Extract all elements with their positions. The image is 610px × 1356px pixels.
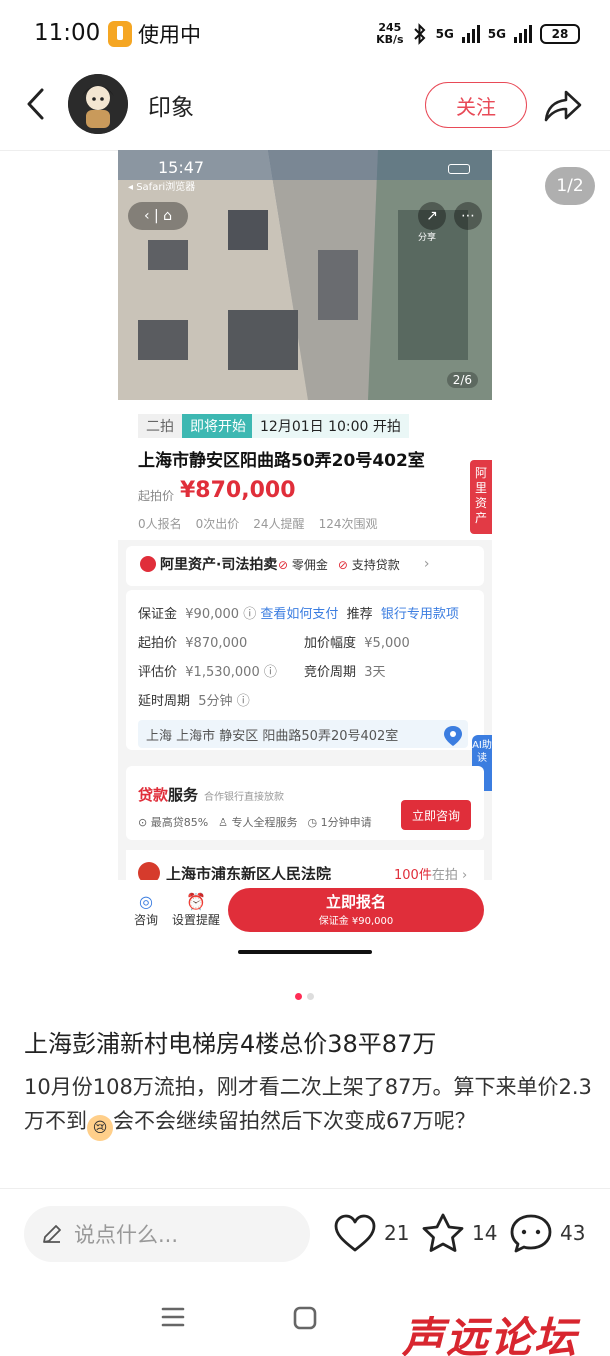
auction-stats: 0人报名 0次出价 24人提醒 124次围观 [138,517,378,531]
network-label-2: 5G [487,27,506,41]
consult-item: ◎ 咨询 [134,892,159,927]
remind-item: ⏰ 设置提醒 [172,892,221,927]
carousel-dot-active [295,993,302,1000]
photo-share-label: 分享 [418,233,437,243]
start-price-row: 起拍价 ¥870,000 [138,636,248,651]
delay-row: 延时周期 5分钟 ⓘ [138,694,250,709]
carousel-dot [307,993,314,1000]
image-counter: 1/2 [545,167,595,205]
author-avatar[interactable] [68,74,128,134]
ali-logo-icon [140,556,156,572]
start-price: ¥870,000 [180,478,296,503]
carousel-dots [295,993,314,1000]
brand-title: 阿里资产·司法拍卖 [140,554,277,574]
photo-index: 2/6 [446,372,478,388]
signal-icon-2 [514,25,532,43]
battery-icon: 28 [540,24,580,44]
status-icons: 245 KB/s 5G 5G 28 [376,22,580,46]
alarm-icon: ⏰ [186,892,206,911]
signal-icon [461,25,480,43]
status-tag: 即将开始 [182,414,254,438]
photo-back-home-icon: ‹ | ⌂ [128,202,188,230]
brand-features: ⊘ 零佣金 ⊘ 支持贷款 › [278,556,430,572]
appraisal-row: 评估价 ¥1,530,000 ⓘ [138,665,277,680]
photo-share-icon: ↗ [418,202,446,230]
share-icon[interactable] [542,86,584,124]
crying-emoji-icon: 😢 [87,1115,113,1141]
back-arrow-icon[interactable] [22,86,52,122]
loan-title: 贷款服务 [138,786,199,804]
flashlight-icon [108,21,132,47]
comment-button[interactable]: 43 [508,1212,585,1254]
chat-icon: ◎ [139,892,153,911]
menu-icon[interactable] [160,1306,186,1328]
pencil-icon [43,1225,61,1243]
building-photo: 15:47 ◂ Safari浏览器 ‹ | ⌂ ↗ 分享 ⋯ 2/6 [118,150,492,400]
phone-status-icons [448,164,470,174]
home-indicator [238,950,372,954]
start-price-label: 起拍价 [138,489,175,503]
location-bar: 上海 上海市 静安区 阳曲路50弄20号402室 [138,720,468,748]
post-image[interactable]: 15:47 ◂ Safari浏览器 ‹ | ⌂ ↗ 分享 ⋯ 2/6 二拍 即将… [118,150,492,958]
like-count: 21 [384,1221,410,1245]
in-use-indicator: 使用中 [108,20,201,48]
net-speed: 245 KB/s [376,21,404,46]
post-body: 10月份108万流拍，刚才看二次上架了87万。算下来单价2.3万不到 😢 会不会继续… [24,1070,594,1141]
photo-more-icon: ⋯ [454,202,482,230]
star-icon [422,1213,464,1252]
loan-features: ⊙ 最高贷85% ♙ 专人全程服务 ◷ 1分钟申请 [138,816,372,829]
favorite-count: 14 [472,1221,498,1245]
property-title: 上海市静安区阳曲路50弄20号402室 [138,451,425,471]
network-label-1: 5G [435,27,454,41]
auction-time: 12月01日 10:00 开拍 [252,414,409,438]
signup-button: 立即报名 保证金 ¥90,000 [228,888,484,932]
home-square-icon[interactable] [292,1305,318,1331]
loan-consult-button: 立即咨询 [401,800,471,830]
status-bar: 11:00 使用中 245 KB/s 5G 5G 28 [0,0,610,70]
in-use-label: 使用中 [138,23,201,47]
favorite-button[interactable]: 14 [420,1212,497,1254]
browser-label: ◂ Safari浏览器 [128,182,196,193]
status-time: 11:00 [34,20,101,46]
chevron-right-icon: › [423,556,430,572]
heart-icon [334,1214,376,1252]
period-row: 竞价周期 3天 [304,665,386,680]
ali-asset-side-tab: 阿里资产 [470,460,492,534]
increment-row: 加价幅度 ¥5,000 [304,636,410,651]
deposit-row: 保证金 ¥90,000 ⓘ 查看如何支付 推荐 银行专用款项 [138,607,459,622]
content-divider [0,1188,610,1189]
round-tag: 二拍 [138,414,182,438]
loan-subtitle: 合作银行直接放款 [204,792,284,803]
auction-card: 二拍 即将开始 12月01日 10:00 开拍 上海市静安区阳曲路50弄20号4… [118,400,492,540]
map-pin-icon [444,726,462,746]
author-name[interactable]: 印象 [148,88,194,122]
comment-input[interactable]: 说点什么... [24,1206,310,1262]
forum-watermark: 声远论坛 [402,1313,579,1356]
bluetooth-icon [413,23,426,45]
post-title: 上海彭浦新村电梯房4楼总价38平87万 [24,1030,437,1058]
comment-count: 43 [560,1221,586,1245]
follow-button[interactable]: 关注 [425,82,527,128]
like-button[interactable]: 21 [332,1212,409,1254]
phone-time: 15:47 [158,158,205,177]
comment-bubble-icon [510,1214,552,1253]
